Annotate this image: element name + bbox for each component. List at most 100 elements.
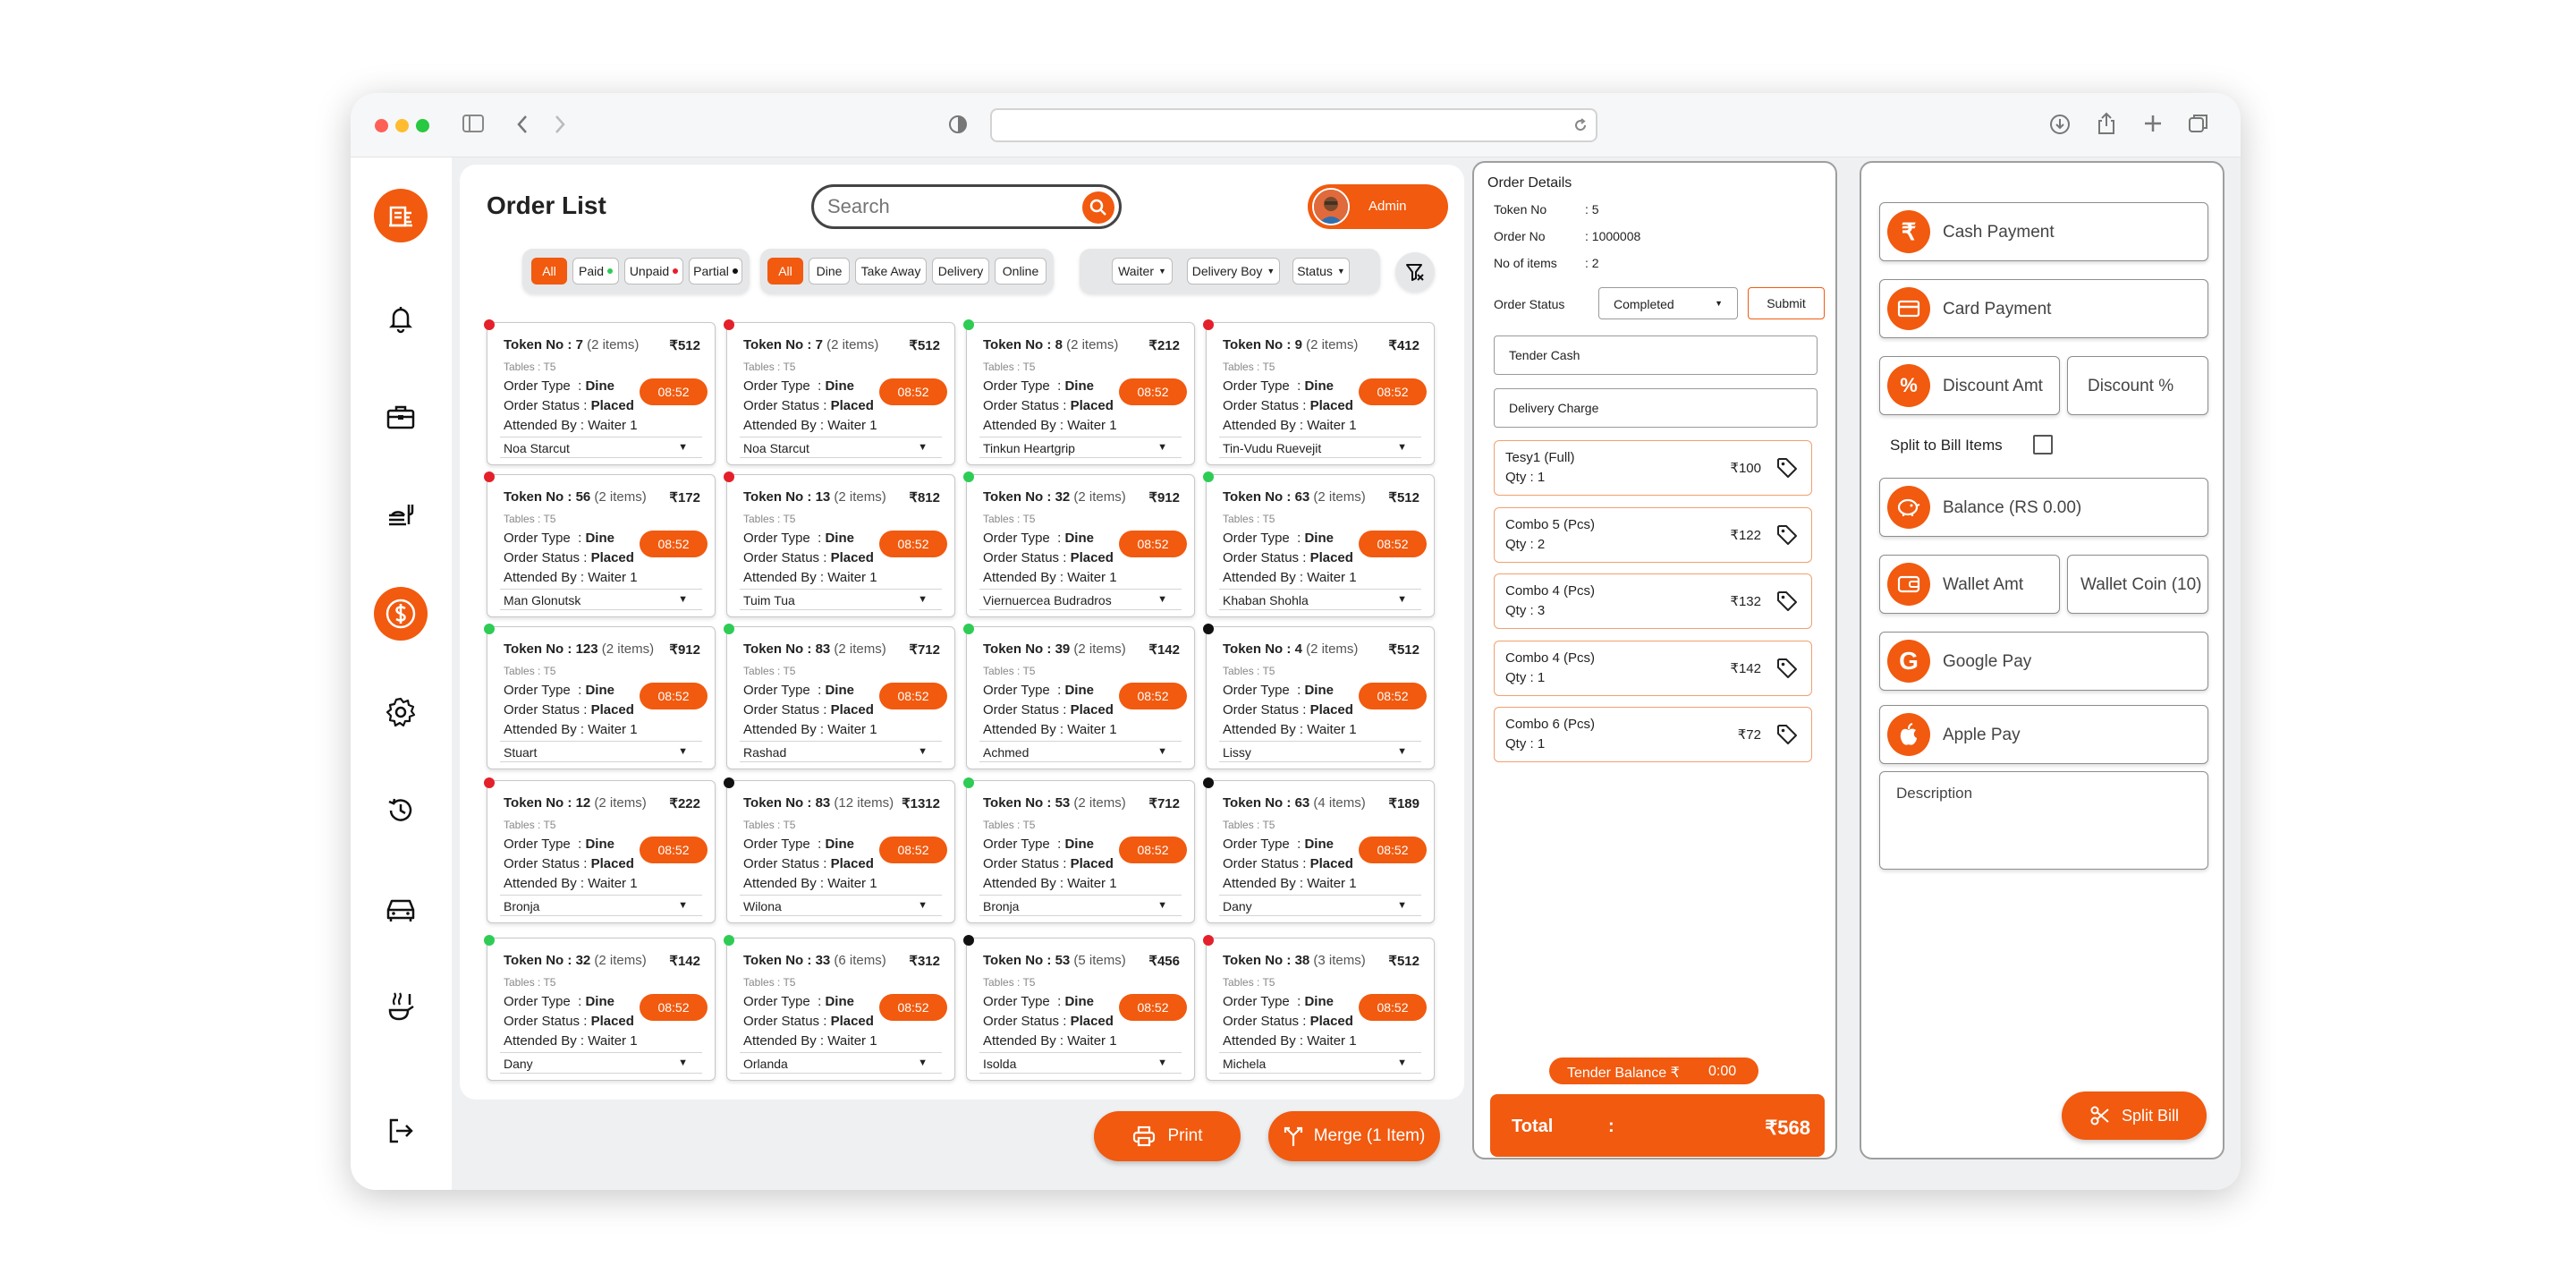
history-icon[interactable] bbox=[374, 784, 428, 837]
waiter-select[interactable]: Bronja ▼ bbox=[979, 895, 1182, 916]
order-status-select[interactable]: Completed ▼ bbox=[1598, 287, 1738, 319]
filter-payment-all[interactable]: All bbox=[531, 258, 567, 285]
order-card[interactable]: Token No : 56 (2 items) ₹172 Tables : T5 Or… bbox=[484, 471, 716, 617]
time-badge[interactable]: 08:52 bbox=[1119, 683, 1187, 709]
order-card[interactable]: Token No : 9 (2 items) ₹412 Tables : T5 Ord… bbox=[1203, 319, 1435, 465]
order-card[interactable]: Token No : 53 (5 items) ₹456 Tables : T5 Or… bbox=[963, 935, 1195, 1081]
tag-icon[interactable] bbox=[1775, 723, 1799, 746]
order-card[interactable]: Token No : 32 (2 items) ₹912 Tables : T5 Or… bbox=[963, 471, 1195, 617]
order-card[interactable]: Token No : 33 (6 items) ₹312 Tables : T5 Or… bbox=[724, 935, 955, 1081]
waiter-select[interactable]: Tuim Tua ▼ bbox=[740, 589, 942, 610]
time-badge[interactable]: 08:52 bbox=[879, 837, 947, 863]
split-items-checkbox[interactable] bbox=[2033, 435, 2053, 454]
tabs-overview-icon[interactable] bbox=[2187, 112, 2210, 135]
order-card[interactable]: Token No : 123 (2 items) ₹912 Tables : T5 O… bbox=[484, 624, 716, 769]
order-card[interactable]: Token No : 32 (2 items) ₹142 Tables : T5 Or… bbox=[484, 935, 716, 1081]
wallet-coin-field[interactable]: Wallet Coin (10) bbox=[2067, 555, 2208, 614]
sidebar-toggle-icon[interactable] bbox=[462, 113, 485, 134]
time-badge[interactable]: 08:52 bbox=[640, 837, 708, 863]
close-window-button[interactable] bbox=[375, 119, 388, 132]
time-badge[interactable]: 08:52 bbox=[640, 994, 708, 1021]
waiter-select[interactable]: Tinkun Heartgrip ▼ bbox=[979, 437, 1182, 458]
waiter-select[interactable]: Lissy ▼ bbox=[1219, 741, 1421, 762]
time-badge[interactable]: 08:52 bbox=[640, 683, 708, 709]
time-badge[interactable]: 08:52 bbox=[1359, 994, 1427, 1021]
time-badge[interactable]: 08:52 bbox=[640, 531, 708, 557]
waiter-select[interactable]: Bronja ▼ bbox=[500, 895, 702, 916]
discount-amount-button[interactable]: % Discount Amt bbox=[1879, 356, 2060, 415]
time-badge[interactable]: 08:52 bbox=[1119, 837, 1187, 863]
time-badge[interactable]: 08:52 bbox=[1359, 683, 1427, 709]
order-card[interactable]: Token No : 38 (3 items) ₹512 Tables : T5 Or… bbox=[1203, 935, 1435, 1081]
filter-type-take-away[interactable]: Take Away bbox=[855, 258, 927, 285]
order-card[interactable]: Token No : 7 (2 items) ₹512 Tables : T5 Ord… bbox=[484, 319, 716, 465]
minimize-window-button[interactable] bbox=[395, 119, 409, 132]
filter-payment-paid[interactable]: Paid bbox=[572, 258, 619, 285]
discount-percent-field[interactable]: Discount % bbox=[2067, 356, 2208, 415]
order-card[interactable]: Token No : 63 (2 items) ₹512 Tables : T5 Or… bbox=[1203, 471, 1435, 617]
clear-filter-icon[interactable] bbox=[1395, 252, 1435, 292]
time-badge[interactable]: 08:52 bbox=[879, 683, 947, 709]
maximize-window-button[interactable] bbox=[416, 119, 429, 132]
waiter-select[interactable]: Dany ▼ bbox=[1219, 895, 1421, 916]
order-card[interactable]: Token No : 12 (2 items) ₹222 Tables : T5 Or… bbox=[484, 777, 716, 923]
tag-icon[interactable] bbox=[1775, 590, 1799, 613]
time-badge[interactable]: 08:52 bbox=[879, 531, 947, 557]
order-item[interactable]: Combo 5 (Pcs) Qty : 2 ₹122 bbox=[1494, 506, 1812, 563]
filter-payment-partial[interactable]: Partial bbox=[689, 258, 742, 285]
waiter-select[interactable]: Man Glonutsk ▼ bbox=[500, 589, 702, 610]
apple-pay-button[interactable]: Apple Pay bbox=[1879, 705, 2208, 764]
dollar-icon[interactable] bbox=[374, 587, 428, 641]
waiter-select[interactable]: Rashad ▼ bbox=[740, 741, 942, 762]
time-badge[interactable]: 08:52 bbox=[879, 378, 947, 405]
food-tray-icon[interactable] bbox=[374, 488, 428, 542]
time-badge[interactable]: 08:52 bbox=[1359, 531, 1427, 557]
shield-icon[interactable] bbox=[948, 115, 968, 134]
reload-icon[interactable] bbox=[1572, 117, 1589, 133]
search-icon[interactable] bbox=[1082, 191, 1114, 224]
logout-icon[interactable] bbox=[374, 1104, 428, 1158]
order-item[interactable]: Combo 6 (Pcs) Qty : 1 ₹72 bbox=[1494, 707, 1812, 762]
share-icon[interactable] bbox=[2095, 111, 2118, 136]
kitchen-icon[interactable] bbox=[374, 981, 428, 1034]
waiter-select[interactable]: Wilona ▼ bbox=[740, 895, 942, 916]
time-badge[interactable]: 08:52 bbox=[1119, 994, 1187, 1021]
delivery-boy-dropdown[interactable]: Delivery Boy ▼ bbox=[1187, 258, 1280, 285]
waiter-select[interactable]: Orlanda ▼ bbox=[740, 1052, 942, 1074]
new-tab-icon[interactable] bbox=[2142, 113, 2164, 134]
merge-button[interactable]: Merge (1 Item) bbox=[1268, 1111, 1440, 1161]
order-card[interactable]: Token No : 63 (4 items) ₹189 Tables : T5 Or… bbox=[1203, 777, 1435, 923]
order-item[interactable]: Combo 4 (Pcs) Qty : 1 ₹142 bbox=[1494, 640, 1812, 696]
search-box[interactable] bbox=[811, 184, 1122, 229]
time-badge[interactable]: 08:52 bbox=[879, 994, 947, 1021]
tag-icon[interactable] bbox=[1775, 523, 1799, 547]
order-card[interactable]: Token No : 83 (12 items) ₹1312 Tables : T5… bbox=[724, 777, 955, 923]
time-badge[interactable]: 08:52 bbox=[640, 378, 708, 405]
order-card[interactable]: Token No : 83 (2 items) ₹712 Tables : T5 Or… bbox=[724, 624, 955, 769]
google-pay-button[interactable]: G Google Pay bbox=[1879, 632, 2208, 691]
waiter-select[interactable]: Noa Starcut ▼ bbox=[500, 437, 702, 458]
search-input[interactable] bbox=[827, 194, 1069, 219]
waiter-select[interactable]: Tin-Vudu Ruevejit ▼ bbox=[1219, 437, 1421, 458]
briefcase-icon[interactable] bbox=[374, 390, 428, 444]
order-card[interactable]: Token No : 7 (2 items) ₹512 Tables : T5 Ord… bbox=[724, 319, 955, 465]
waiter-select[interactable]: Stuart ▼ bbox=[500, 741, 702, 762]
submit-button[interactable]: Submit bbox=[1748, 287, 1825, 319]
balance-button[interactable]: Balance (RS 0.00) bbox=[1879, 478, 2208, 537]
waiter-select[interactable]: Noa Starcut ▼ bbox=[740, 437, 942, 458]
order-item[interactable]: Combo 4 (Pcs) Qty : 3 ₹132 bbox=[1494, 573, 1812, 629]
tender-cash-field[interactable]: Tender Cash bbox=[1494, 335, 1818, 375]
waiter-dropdown[interactable]: Waiter ▼ bbox=[1112, 258, 1173, 285]
cash-payment-button[interactable]: ₹ Cash Payment bbox=[1879, 202, 2208, 261]
filter-type-dine[interactable]: Dine bbox=[809, 258, 850, 285]
print-button[interactable]: Print bbox=[1094, 1111, 1241, 1161]
tag-icon[interactable] bbox=[1775, 456, 1799, 480]
order-item[interactable]: Tesy1 (Full) Qty : 1 ₹100 bbox=[1494, 440, 1812, 496]
status-dropdown[interactable]: Status ▼ bbox=[1292, 258, 1350, 285]
back-icon[interactable] bbox=[513, 113, 531, 136]
waiter-select[interactable]: Isolda ▼ bbox=[979, 1052, 1182, 1074]
order-card[interactable]: Token No : 8 (2 items) ₹212 Tables : T5 Ord… bbox=[963, 319, 1195, 465]
waiter-select[interactable]: Dany ▼ bbox=[500, 1052, 702, 1074]
waiter-select[interactable]: Michela ▼ bbox=[1219, 1052, 1421, 1074]
time-badge[interactable]: 08:52 bbox=[1359, 378, 1427, 405]
